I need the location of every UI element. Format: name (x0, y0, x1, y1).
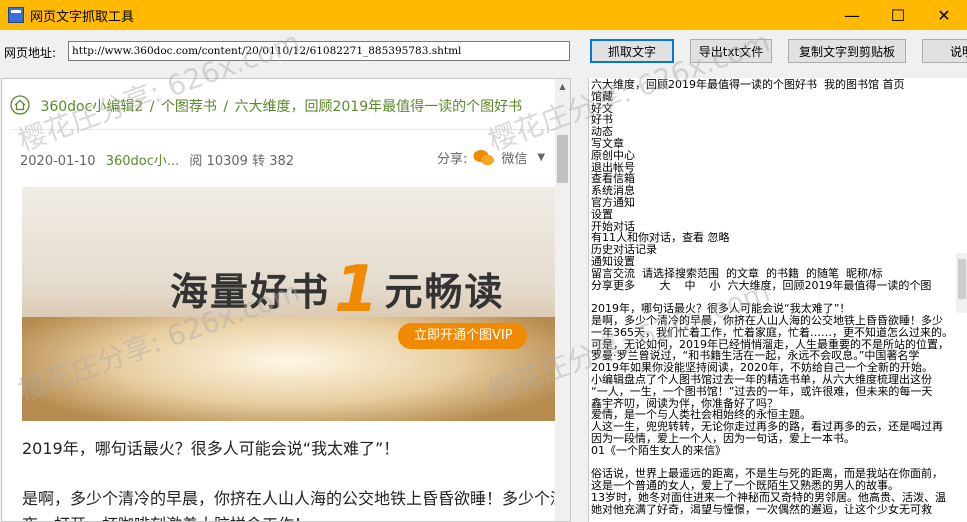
extracted-text: 六大维度，回顾2019年最值得一读的个图好书 我的图书馆 首页 馆藏 好文 好书 动态写… (591, 79, 953, 515)
home-icon[interactable] (10, 95, 30, 115)
breadcrumb-category[interactable]: 个图荐书 (161, 99, 217, 115)
article-meta: 2020-01-10 360doc小... 阅 10309 转 382 (20, 150, 294, 169)
vertical-scrollbar[interactable]: ▲ (555, 79, 570, 521)
extracted-text-line: 因为一段情，爱上一个人，因为一句话，爱上一本书。 (591, 431, 855, 445)
share-control[interactable]: 分享: 微信 ▼ (437, 148, 545, 167)
scroll-up-icon[interactable]: ▲ (555, 79, 570, 94)
extracted-text-line: 退出帐号 (591, 160, 635, 174)
share-label: 分享: (437, 152, 468, 167)
extracted-text-line: “一人，一生，一个图书馆！”过去的一年，或许很难，但未来的每一天 (591, 384, 933, 398)
export-txt-button[interactable]: 导出txt文件 (690, 39, 772, 63)
close-button[interactable]: ✕ (921, 0, 967, 30)
wechat-icon (473, 149, 495, 165)
text-scrollbar-thumb[interactable] (958, 259, 966, 299)
divider (10, 129, 555, 130)
extracted-text-line: 01《一个陌生女人的来信》 (591, 443, 726, 457)
vip-button[interactable]: 立即开通个图VIP (398, 323, 527, 349)
breadcrumb-sep: / (223, 99, 229, 115)
banner-text-a: 海量好书 (170, 270, 331, 314)
extracted-text-line: 六大维度，回顾2019年最值得一读的个图好书 我的图书馆 首页 (591, 78, 905, 91)
banner-number: 1 (334, 253, 381, 327)
breadcrumb-author[interactable]: 360doc小编辑2 (40, 99, 143, 115)
breadcrumb-sep: / (149, 99, 155, 115)
toolbar: 网页地址: http://www.360doc.com/content/20/0… (0, 30, 967, 72)
share-target: 微信 (501, 152, 528, 167)
extracted-text-line: 好书 (591, 113, 613, 127)
read-count: 阅 10309 (189, 154, 248, 169)
extracted-text-line: 原创中心 (591, 148, 635, 162)
article-date: 2020-01-10 (20, 154, 96, 169)
help-button[interactable]: 说明 (922, 39, 967, 63)
chevron-down-icon: ▼ (537, 152, 546, 163)
extracted-text-line: 一年365天，我们忙着工作，忙着家庭，忙着……，更不知道怎么过来的。 (591, 325, 953, 339)
extracted-text-line: 历史对话记录 (591, 243, 657, 257)
banner-text-b: 元畅读 (384, 270, 505, 314)
url-input[interactable]: http://www.360doc.com/content/20/0110/12… (68, 41, 570, 61)
article-paragraph: 夜，打开一杯咖啡刻激着大脑拼命工作！ (22, 511, 310, 521)
extracted-text-line: 写文章 (591, 136, 624, 150)
grab-text-button[interactable]: 抓取文字 (590, 39, 674, 63)
extracted-text-line: 小编辑盘点了个人图书馆过去一年的精选书单，从六大维度梳理出这份 (591, 372, 932, 386)
window-controls: — ☐ ✕ (829, 0, 967, 30)
extracted-text-line: 好文 (591, 101, 613, 115)
text-scrollbar[interactable] (956, 253, 967, 313)
extracted-text-line: 是啊，多少个清冷的早晨，你挤在人山人海的公交地铁上昏昏欲睡！多少 (591, 313, 943, 327)
extracted-text-line: 设置 (591, 207, 613, 221)
breadcrumb-article[interactable]: 六大维度，回顾2019年最值得一读的个图好书 (234, 99, 522, 115)
extracted-text-line: 馆藏 (591, 89, 613, 103)
scrollbar-thumb[interactable] (557, 135, 568, 183)
extracted-text-line: 通知设置 (591, 254, 635, 268)
extracted-text-line: 她对他充满了好奇，渴望与憧憬，一次偶然的邂逅，让这个少女无可救 (591, 502, 932, 516)
extracted-text-line: 官方通知 (591, 195, 635, 209)
repost-count: 转 382 (252, 154, 295, 169)
web-preview-pane[interactable]: 360doc小编辑2 / 个图荐书 / 六大维度，回顾2019年最值得一读的个图… (1, 78, 571, 522)
copy-to-clipboard-button[interactable]: 复制文字到剪贴板 (788, 39, 906, 63)
extracted-text-line: 动态 (591, 125, 613, 139)
address-label: 网页地址: (4, 46, 57, 60)
article-paragraph: 是啊，多少个清冷的早晨，你挤在人山人海的公交地铁上昏昏欲睡！多少个深 (22, 489, 567, 508)
breadcrumb: 360doc小编辑2 / 个图荐书 / 六大维度，回顾2019年最值得一读的个图… (10, 95, 522, 116)
banner-headline: 海量好书1 元畅读 (170, 253, 505, 327)
extracted-text-line: 分享更多 大 中 小 六大维度，回顾2019年最值得一读的个图 (591, 278, 932, 292)
maximize-button[interactable]: ☐ (875, 0, 921, 30)
minimize-button[interactable]: — (829, 0, 875, 30)
extracted-text-area[interactable]: 六大维度，回顾2019年最值得一读的个图好书 我的图书馆 首页 馆藏 好文 好书 动态写… (588, 78, 967, 522)
extracted-text-line: 13岁时，她冬对面住进来一个神秘而又奇特的男邻居。他高贵、活泼、温 (591, 490, 946, 504)
title-bar: 网页文字抓取工具 — ☐ ✕ (0, 0, 967, 30)
extracted-text-line: 留言交流 请选择搜索范围 的文章 的书籍 的随笔 昵称/标 (591, 266, 883, 280)
window-title: 网页文字抓取工具 (30, 9, 135, 25)
extracted-text-line: 系统消息 (591, 184, 635, 198)
app-icon (8, 7, 24, 23)
article-author[interactable]: 360doc小... (106, 154, 180, 169)
extracted-text-line: 查看信箱 (591, 172, 635, 186)
article-paragraph: 2019年，哪句话最火？很多人可能会说“我太难了”！ (22, 439, 400, 458)
promo-banner[interactable]: 海量好书1 元畅读 立即开通个图VIP (22, 187, 555, 421)
